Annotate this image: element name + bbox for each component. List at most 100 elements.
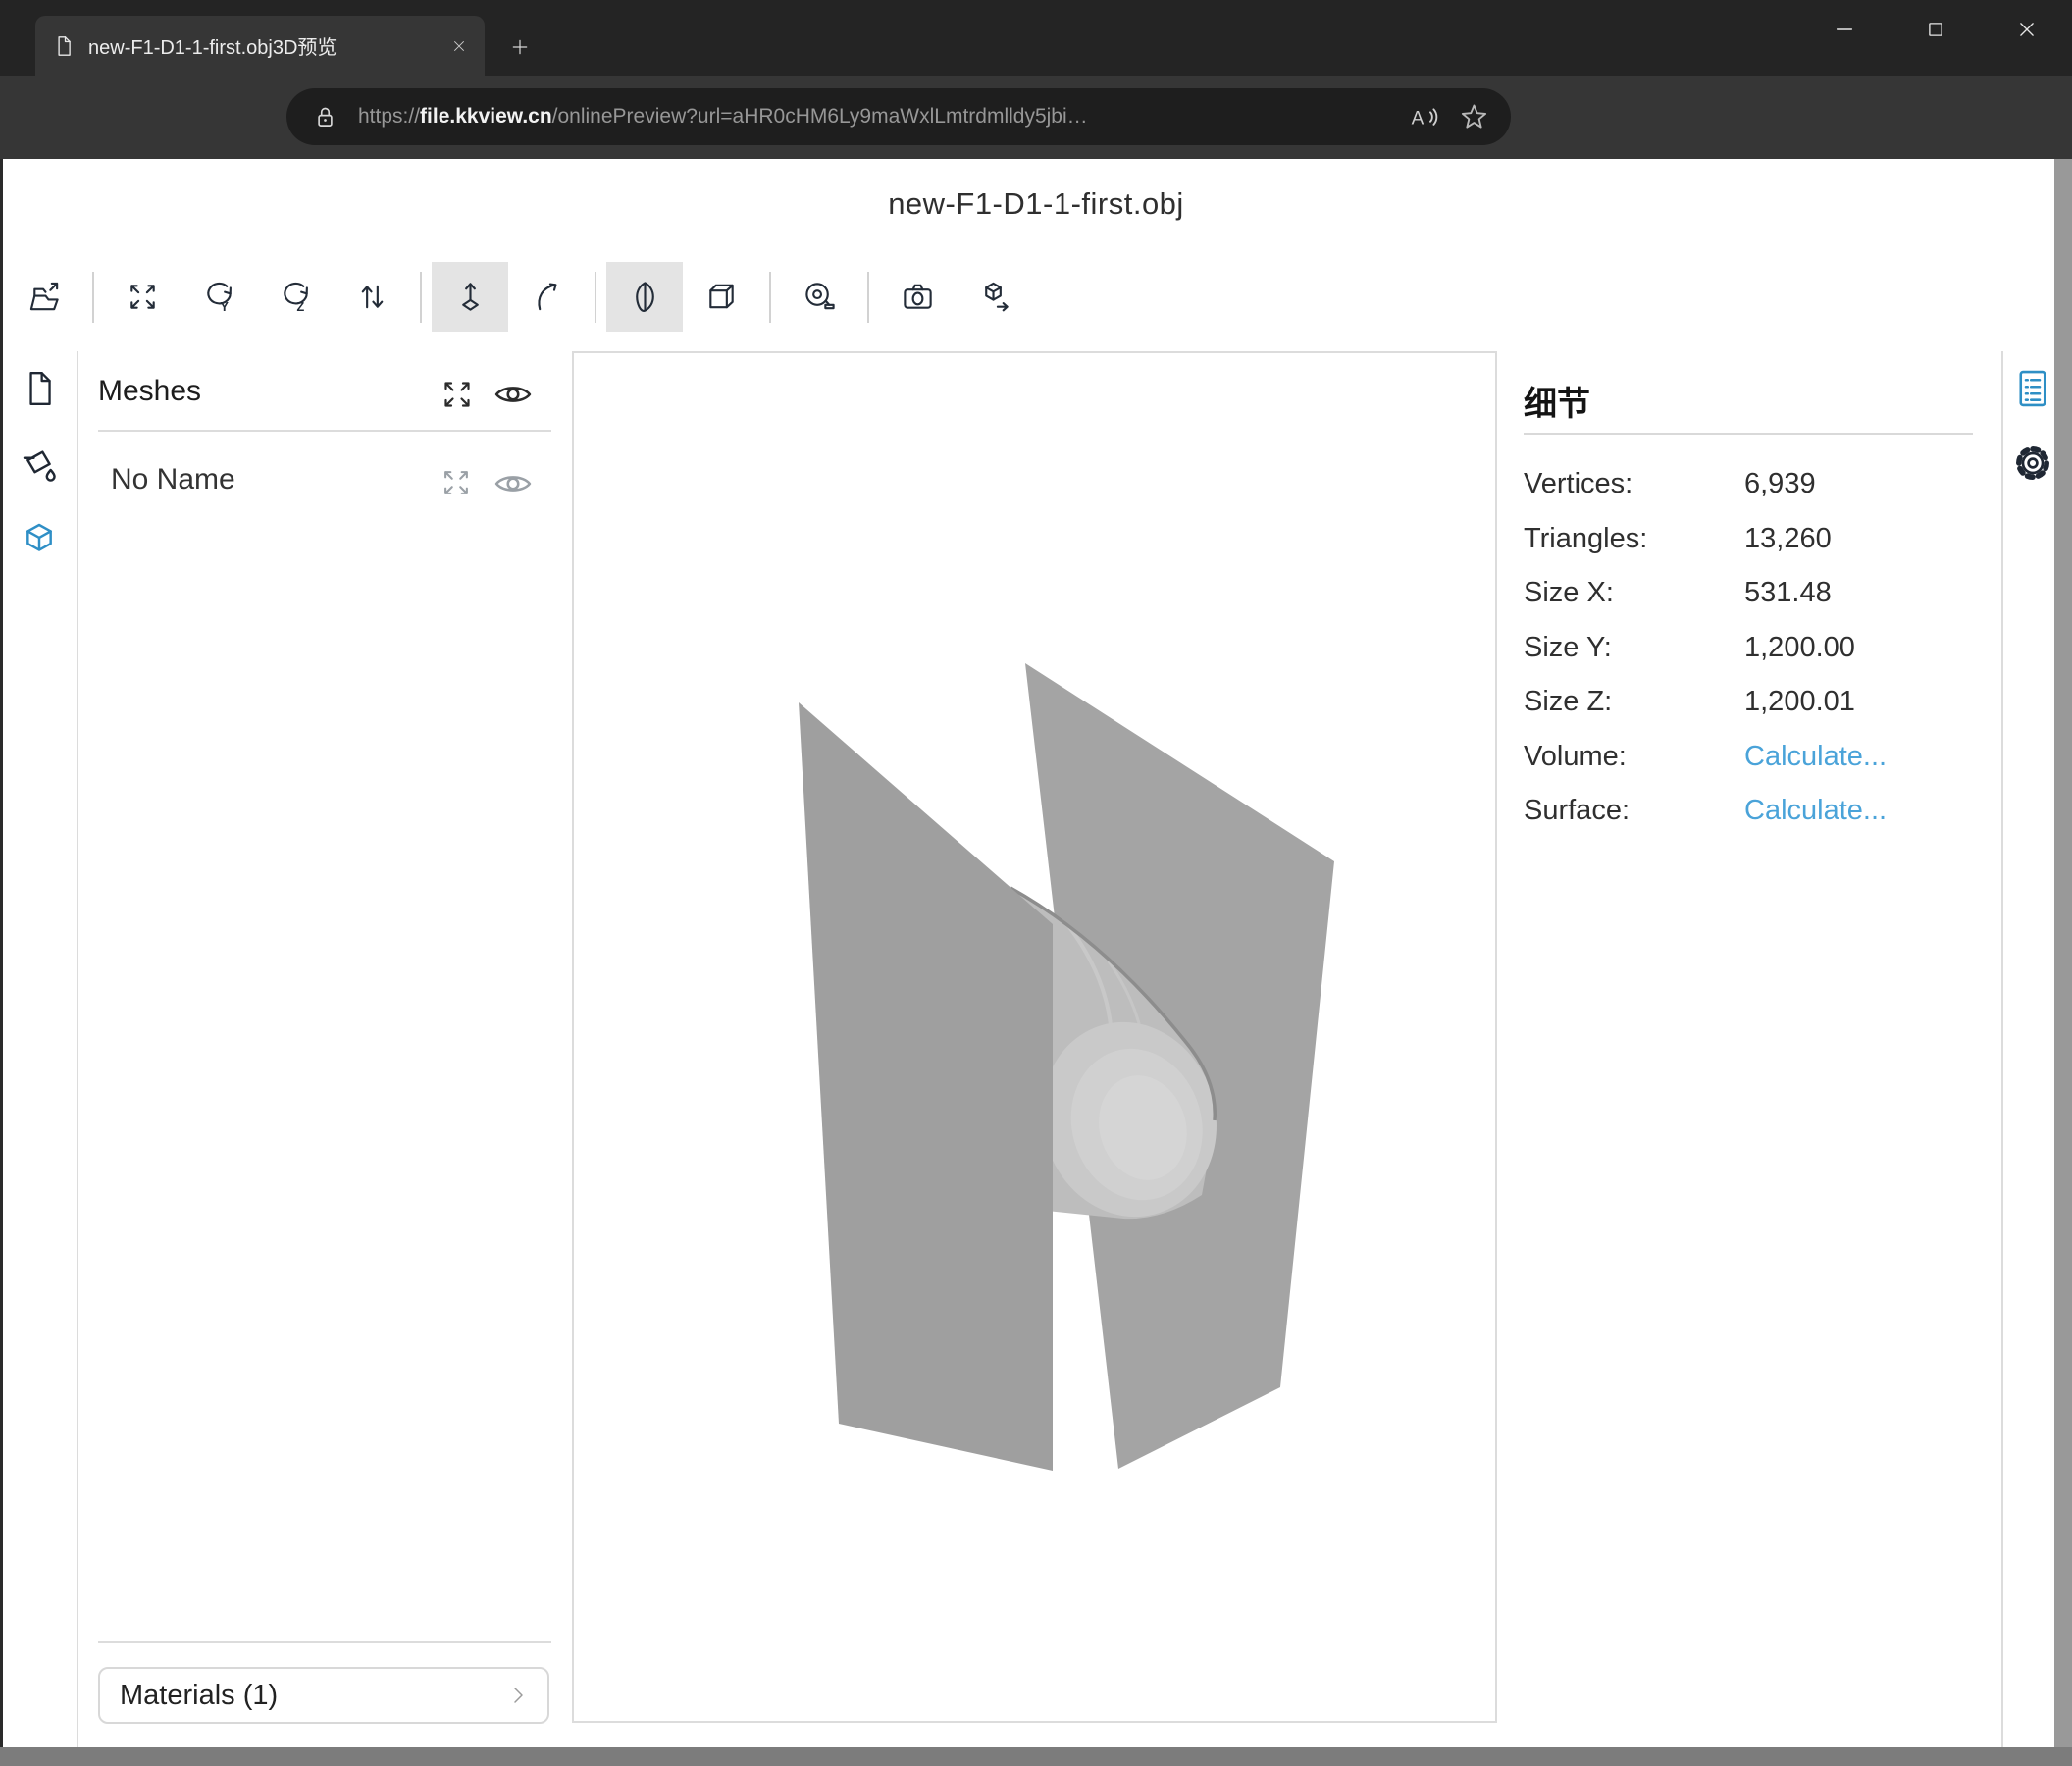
shaded-solid-icon — [628, 280, 662, 314]
calculate-volume-link[interactable]: Calculate... — [1744, 741, 1981, 773]
materials-icon[interactable] — [20, 445, 59, 485]
minimize-button[interactable] — [1798, 0, 1890, 59]
browser-toolbar: https://file.kkview.cn/onlinePreview?url… — [0, 76, 2072, 159]
plane-left — [799, 702, 1053, 1471]
open-file-icon — [27, 280, 62, 314]
model-render — [574, 353, 1495, 1721]
materials-button-label: Materials (1) — [120, 1680, 278, 1712]
minimize-icon — [1833, 18, 1856, 41]
address-bar[interactable]: https://file.kkview.cn/onlinePreview?url… — [286, 88, 1511, 145]
detail-value: 13,260 — [1744, 523, 1981, 555]
panel-divider — [98, 1641, 551, 1643]
details-row-size-z: Size Z: 1,200.01 — [1524, 675, 1981, 730]
detail-label: Vertices: — [1524, 468, 1744, 500]
url-path: /onlinePreview?url=aHR0cHM6Ly9maWxlLmtrd… — [552, 105, 1088, 128]
panel-divider — [98, 430, 551, 432]
detail-label: Size Z: — [1524, 686, 1744, 718]
model-view-icon[interactable] — [20, 520, 59, 559]
panel-divider — [1524, 433, 1973, 435]
favorite-star-icon[interactable] — [1459, 102, 1489, 132]
move-axis-icon — [453, 280, 488, 314]
maximize-icon — [1925, 19, 1946, 40]
detail-value: 1,200.00 — [1744, 632, 1981, 664]
toolbar-separator — [867, 272, 869, 323]
measure-button[interactable] — [781, 262, 857, 332]
rotate-z-icon — [279, 280, 313, 314]
bottom-scrollbar[interactable] — [0, 1747, 2072, 1766]
window-controls — [1798, 0, 2072, 59]
export-model-button[interactable] — [956, 262, 1032, 332]
details-row-size-x: Size X: 531.48 — [1524, 566, 1981, 621]
zoom-to-meshes-icon[interactable] — [440, 377, 475, 412]
camera-icon — [901, 280, 935, 314]
chevron-right-icon — [506, 1684, 530, 1707]
details-row-vertices: Vertices: 6,939 — [1524, 457, 1981, 512]
browser-window: new-F1-D1-1-first.obj3D预览 https://file.k… — [0, 0, 2072, 1766]
details-list-icon[interactable] — [2012, 368, 2053, 409]
page-title: new-F1-D1-1-first.obj — [0, 186, 2072, 222]
detail-label: Triangles: — [1524, 523, 1744, 555]
materials-button[interactable]: Materials (1) — [98, 1667, 549, 1724]
maximize-button[interactable] — [1890, 0, 1981, 59]
screenshot-button[interactable] — [879, 262, 956, 332]
zoom-extents-button[interactable] — [104, 262, 181, 332]
toolbar-separator — [92, 272, 94, 323]
url-scheme: https:// — [358, 105, 420, 128]
details-rows: Vertices: 6,939 Triangles: 13,260 Size X… — [1524, 457, 1981, 839]
new-tab-button[interactable] — [502, 29, 538, 65]
move-vertical-button[interactable] — [432, 262, 508, 332]
read-aloud-icon[interactable] — [1409, 102, 1439, 132]
lock-icon[interactable] — [312, 104, 338, 130]
tape-measure-icon — [803, 280, 837, 314]
tab-strip: new-F1-D1-1-first.obj3D预览 — [0, 0, 2072, 76]
open-model-button[interactable] — [6, 262, 82, 332]
detail-label: Volume: — [1524, 741, 1744, 773]
toolbar-separator — [769, 272, 771, 323]
panel-divider — [77, 351, 78, 1747]
model-viewport[interactable] — [572, 351, 1497, 1723]
browser-tab[interactable]: new-F1-D1-1-first.obj3D预览 — [35, 16, 485, 76]
orbit-arrow-icon — [530, 280, 564, 314]
detail-label: Surface: — [1524, 795, 1744, 827]
meshes-panel-title: Meshes — [98, 375, 201, 408]
detail-value: 531.48 — [1744, 577, 1981, 609]
detail-label: Size X: — [1524, 577, 1744, 609]
wireframe-view-button[interactable] — [683, 262, 759, 332]
details-row-volume: Volume: Calculate... — [1524, 730, 1981, 785]
settings-gear-icon[interactable] — [2011, 442, 2054, 485]
page-scrollbar[interactable] — [2054, 159, 2072, 1747]
toggle-mesh-visibility-icon[interactable] — [492, 463, 534, 504]
panel-divider — [2001, 351, 2003, 1747]
toolbar-separator — [595, 272, 596, 323]
url-text[interactable]: https://file.kkview.cn/onlinePreview?url… — [358, 105, 1389, 129]
rotate-y-button[interactable] — [181, 262, 257, 332]
plus-icon — [510, 37, 530, 57]
zoom-to-mesh-icon[interactable] — [440, 466, 473, 499]
detail-value: 1,200.01 — [1744, 686, 1981, 718]
tab-close-icon[interactable] — [451, 38, 467, 54]
calculate-surface-link[interactable]: Calculate... — [1744, 795, 1981, 827]
orbit-button[interactable] — [508, 262, 585, 332]
flip-vertical-icon — [355, 280, 389, 314]
viewer-page: new-F1-D1-1-first.obj Meshes — [0, 159, 2072, 1747]
close-button[interactable] — [1981, 0, 2072, 59]
toggle-meshes-visibility-icon[interactable] — [492, 374, 534, 415]
detail-label: Size Y: — [1524, 632, 1744, 664]
file-info-icon[interactable] — [21, 370, 58, 407]
rotate-z-button[interactable] — [257, 262, 334, 332]
box-3d-icon — [704, 280, 739, 314]
shaded-view-button[interactable] — [606, 262, 683, 332]
page-icon — [53, 35, 75, 57]
mesh-row-name[interactable]: No Name — [111, 463, 235, 496]
expand-arrows-icon — [126, 280, 160, 314]
details-row-triangles: Triangles: 13,260 — [1524, 512, 1981, 567]
url-domain: file.kkview.cn — [420, 105, 552, 128]
toolbar-separator — [420, 272, 422, 323]
close-icon — [2016, 19, 2038, 40]
window-edge — [0, 159, 3, 1747]
export-cube-icon — [977, 280, 1011, 314]
details-row-size-y: Size Y: 1,200.00 — [1524, 621, 1981, 676]
detail-value: 6,939 — [1744, 468, 1981, 500]
rotate-y-icon — [202, 280, 236, 314]
flip-vertical-button[interactable] — [334, 262, 410, 332]
